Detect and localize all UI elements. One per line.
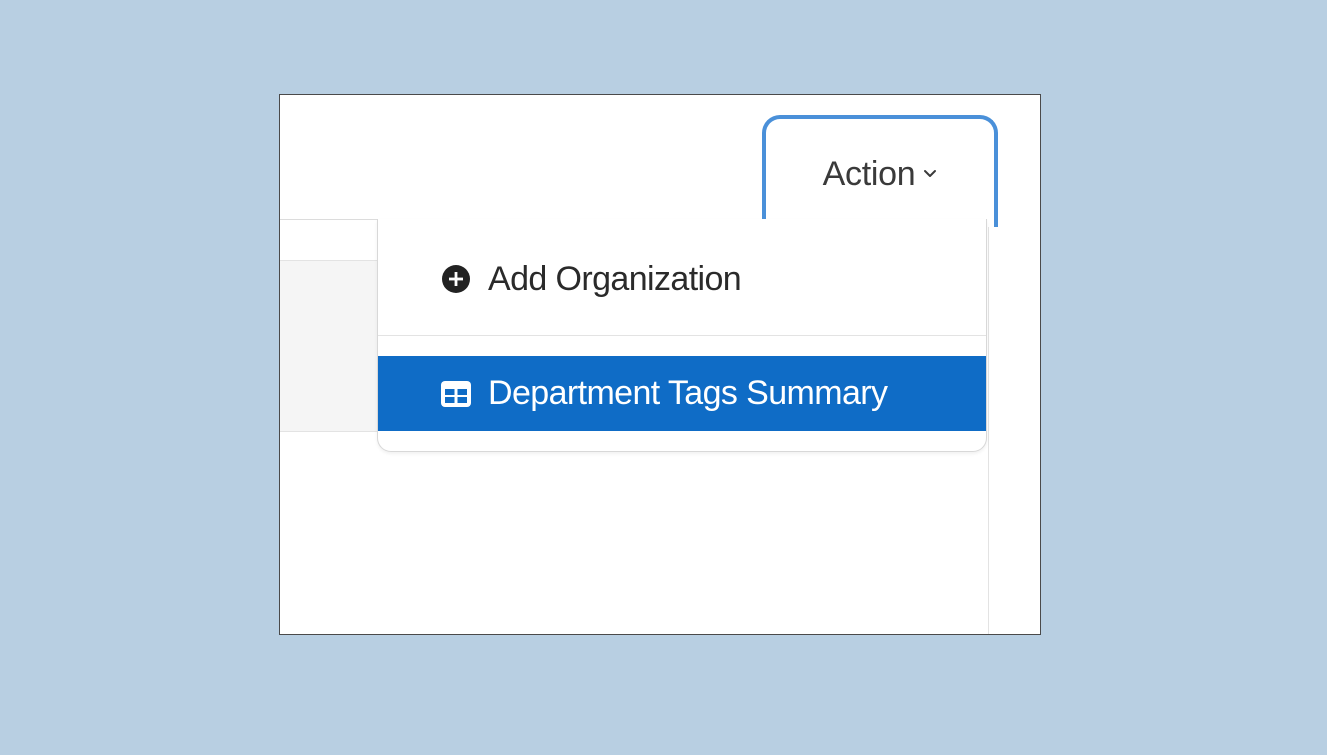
- column-divider: [988, 219, 989, 634]
- menu-item-department-tags-summary[interactable]: Department Tags Summary: [378, 356, 986, 431]
- action-dropdown-menu: Add Organization Department Tags Summary: [377, 219, 987, 452]
- menu-divider: [378, 335, 986, 336]
- table-icon: [438, 376, 474, 412]
- chevron-down-icon: [924, 170, 937, 177]
- menu-item-add-organization[interactable]: Add Organization: [378, 239, 986, 319]
- action-dropdown-button[interactable]: Action: [762, 115, 998, 227]
- app-frame: Action Add Organization Department Tags …: [279, 94, 1041, 635]
- menu-item-label: Add Organization: [488, 259, 742, 298]
- menu-item-label: Department Tags Summary: [488, 374, 888, 412]
- plus-circle-icon: [438, 261, 474, 297]
- content-panel: [280, 260, 390, 432]
- action-button-label: Action: [822, 155, 916, 193]
